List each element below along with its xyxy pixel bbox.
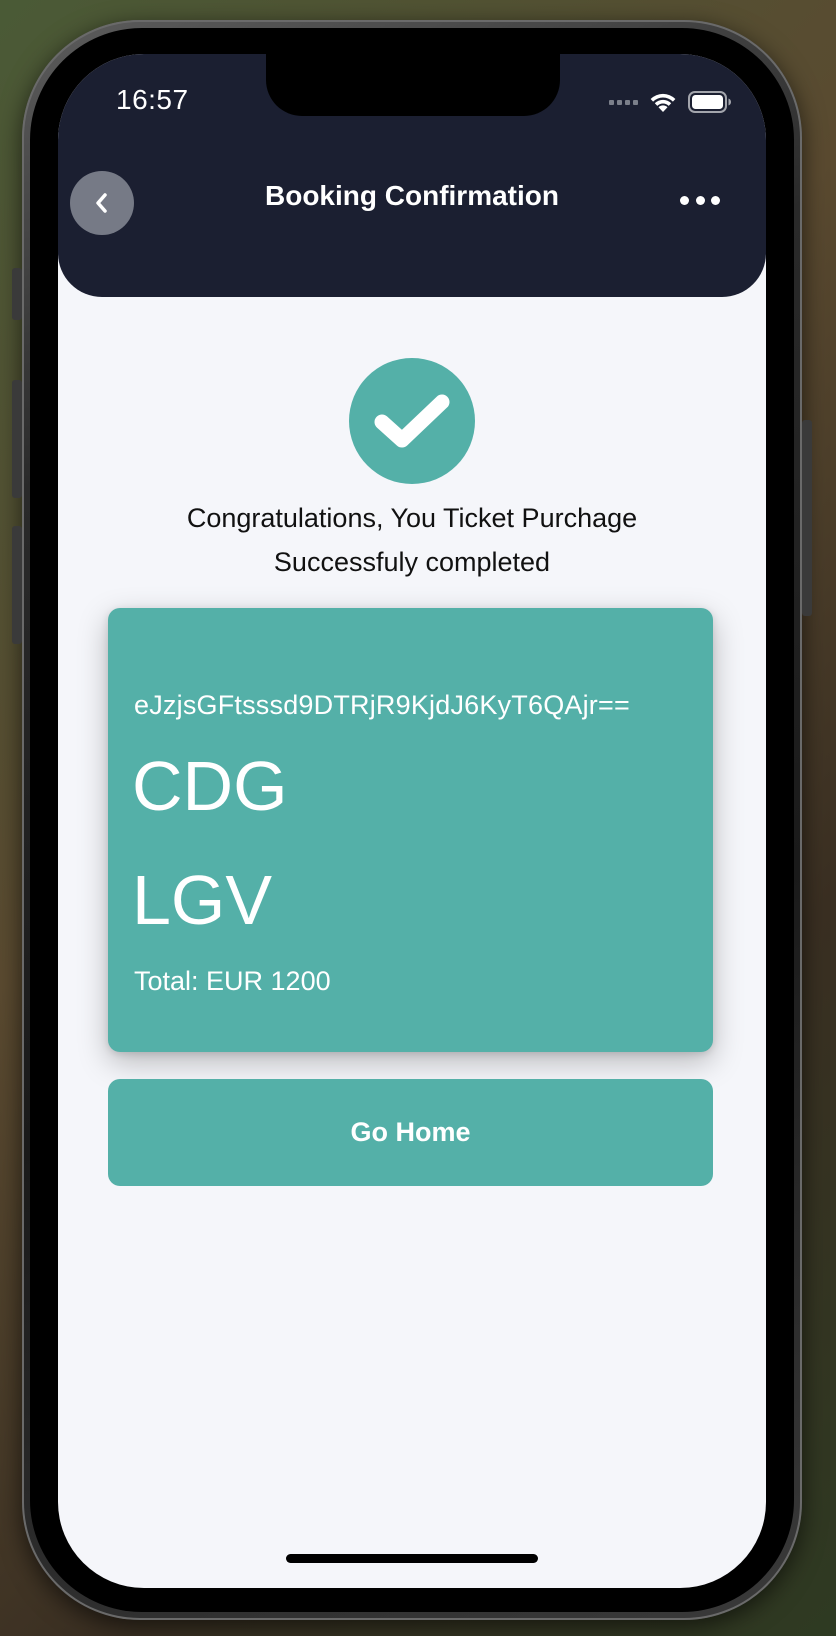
home-indicator[interactable] bbox=[286, 1554, 538, 1563]
page-title: Booking Confirmation bbox=[265, 180, 559, 211]
ticket-card: eJzjsGFtsssd9DTRjR9KjdJ6KyT6QAjr== CDG L… bbox=[108, 608, 713, 1052]
more-options-button[interactable] bbox=[680, 190, 720, 210]
volume-up-button bbox=[12, 380, 22, 498]
status-time: 16:57 bbox=[116, 84, 189, 115]
volume-down-button bbox=[12, 526, 22, 644]
confirmation-message: Congratulations, You Ticket Purchage Suc… bbox=[98, 496, 726, 584]
camera-notch bbox=[266, 54, 560, 116]
ticket-total: Total: EUR 1200 bbox=[134, 966, 331, 996]
go-home-button[interactable]: Go Home bbox=[108, 1079, 713, 1186]
checkmark-icon bbox=[374, 394, 450, 448]
ticket-code: eJzjsGFtsssd9DTRjR9KjdJ6KyT6QAjr== bbox=[134, 690, 630, 720]
cellular-signal-icon bbox=[609, 99, 638, 105]
confirmation-message-line2: Successfuly completed bbox=[273, 547, 551, 577]
app-header: 16:57 Booking Confirmation bbox=[58, 54, 766, 297]
silent-switch bbox=[12, 268, 22, 320]
destination-airport: LGV bbox=[132, 861, 273, 939]
origin-airport: CDG bbox=[132, 747, 288, 825]
app-screen: 16:57 Booking Confirmation Congratulatio… bbox=[58, 54, 766, 1588]
wifi-icon bbox=[650, 93, 676, 112]
confirmation-message-line1: Congratulations, You Ticket Purchage bbox=[186, 503, 638, 533]
status-icons bbox=[609, 90, 732, 114]
success-badge bbox=[349, 358, 475, 484]
battery-icon bbox=[688, 91, 731, 113]
ellipsis-icon bbox=[680, 195, 689, 205]
power-button bbox=[802, 420, 812, 616]
